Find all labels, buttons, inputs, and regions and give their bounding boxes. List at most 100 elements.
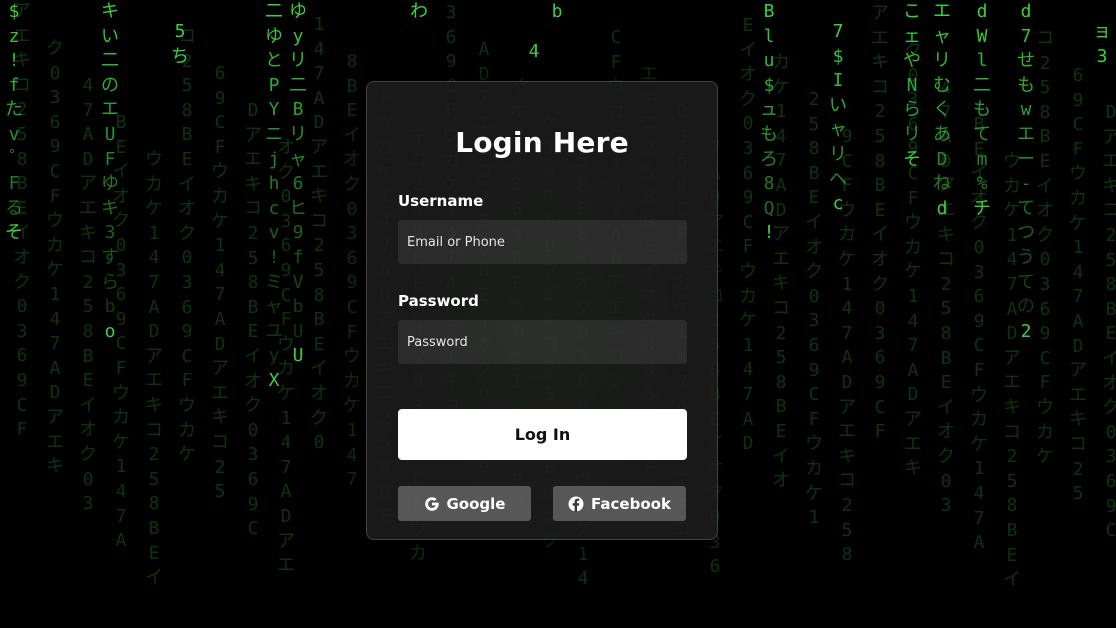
rain-glyph: ゆ (289, 1, 307, 22)
rain-glyph: ャ (289, 148, 307, 170)
rain-glyph: D (936, 148, 948, 170)
rain-column-faint: 4 7 A D ア エ キ コ 2 5 8 B E イ オ ク 0 3 (79, 75, 97, 515)
rain-glyph: F (8, 173, 20, 195)
rain-glyph: こ (903, 1, 921, 22)
rain-column: 7 $ I いャリヘ c (826, 20, 850, 217)
rain-glyph: チ (973, 197, 991, 219)
rain-glyph: く (933, 99, 951, 121)
rain-glyph: Y (268, 99, 280, 121)
rain-glyph: V (292, 271, 304, 293)
rain-glyph: l (763, 25, 775, 47)
rain-glyph: b (104, 296, 116, 318)
rain-column: エャリむくあDねd (930, 0, 954, 221)
rain-glyph: X (268, 369, 280, 391)
rain-glyph: る (5, 197, 23, 219)
rain-glyph: ゆ (101, 173, 119, 195)
rain-glyph: v (268, 222, 280, 244)
google-button[interactable]: Google (398, 486, 531, 521)
rain-glyph: 3 (104, 222, 116, 244)
rain-glyph: そ (5, 222, 23, 244)
rain-glyph: た (5, 99, 23, 121)
rain-column-faint: 2 5 8 B E イ オ ク 0 3 6 9 C F ウ カ ケ 1 (805, 89, 823, 529)
rain-column: $ z!fたv゚Fるそ (2, 0, 26, 246)
login-button[interactable]: Log In (398, 409, 687, 460)
rain-column-faint: 1 4 7 A D ア エ キ コ 2 5 8 B E イ オ ク 0 (310, 14, 328, 454)
rain-glyph: 4 (528, 41, 540, 62)
rain-glyph: c (832, 193, 844, 215)
rain-glyph: ャ (933, 25, 951, 47)
rain-glyph: ユ (265, 320, 283, 342)
rain-glyph: て (973, 123, 991, 145)
facebook-label: Facebook (591, 494, 671, 513)
rain-glyph: - (1020, 173, 1032, 195)
rain-column-faint: コ 2 5 8 B E イ オ ク 0 3 6 9 C F ウ カ ケ (178, 26, 196, 466)
rain-glyph: ェ (903, 25, 921, 47)
login-card: Login Here Username Password Log In Goog… (366, 81, 718, 540)
rain-glyph: w (1020, 99, 1032, 121)
rain-glyph: ! (763, 222, 775, 244)
rain-column-faint: D ア エ キ コ 2 5 8 B E イ オ ク 0 3 6 9 C (1102, 102, 1116, 542)
rain-glyph: j (268, 148, 280, 170)
rain-glyph: f (8, 74, 20, 96)
password-input[interactable] (398, 320, 687, 364)
rain-glyph: エ (1017, 123, 1035, 145)
rain-glyph: 二 (101, 50, 119, 72)
rain-glyph: l (976, 50, 988, 72)
rain-glyph: $ (8, 1, 20, 22)
rain-glyph: ち (171, 45, 189, 67)
rain-column-faint: 6 9 C F ウ カ ケ 1 4 7 A D ア エ キ コ 2 5 (1069, 65, 1087, 505)
rain-column: ぶ (432, 0, 456, 7)
username-input[interactable] (398, 220, 687, 264)
rain-glyph: ャ (829, 119, 847, 141)
rain-glyph: う (1017, 246, 1035, 268)
rain-glyph: リ (289, 50, 307, 72)
rain-glyph: 9 (292, 222, 304, 244)
rain-column-faint: ク 0 3 6 9 C F ウ カ ケ 1 4 7 A D ア エ キ (46, 38, 64, 478)
rain-glyph: U (292, 345, 304, 367)
rain-glyph: P (268, 74, 280, 96)
rain-glyph: の (1017, 296, 1035, 318)
rain-glyph: 7 (832, 21, 844, 42)
login-title: Login Here (455, 126, 629, 159)
rain-glyph: つ (1017, 222, 1035, 244)
rain-column: キい二のエUFゆキ3すらbo (98, 0, 122, 344)
rain-glyph: ー (1017, 148, 1035, 170)
rain-glyph: b (551, 1, 563, 22)
rain-glyph: ら (101, 271, 119, 293)
rain-glyph: 5 (174, 21, 186, 42)
rain-glyph: リ (903, 123, 921, 145)
google-icon (424, 496, 440, 512)
rain-column: b (545, 0, 569, 25)
rain-glyph: リ (289, 123, 307, 145)
rain-glyph: f (292, 246, 304, 268)
rain-glyph: N (906, 74, 918, 96)
rain-glyph: ゚ (2, 148, 26, 173)
rain-glyph: 3 (1096, 45, 1108, 67)
facebook-icon (568, 496, 584, 512)
rain-glyph: ミ (265, 271, 283, 293)
rain-column: こェやNらリそ (900, 0, 924, 172)
rain-glyph: ろ (760, 148, 778, 170)
rain-glyph: ! (8, 50, 20, 72)
rain-glyph: リ (933, 50, 951, 72)
rain-column: 二ゆと P Y ニ j h c v! ミャユ y X (262, 0, 286, 394)
rain-column-faint: ウ カ ケ 1 4 7 A D ア エ キ コ 2 5 8 B E イ (145, 149, 163, 589)
rain-glyph: せ (1017, 50, 1035, 72)
rain-glyph: h (268, 173, 280, 195)
rain-glyph: o (104, 320, 116, 342)
rain-glyph: u (763, 50, 775, 72)
rain-column: Bl u $ ュもろ 8 Q! (757, 0, 781, 246)
rain-glyph: 二 (265, 1, 283, 22)
rain-glyph: z (8, 25, 20, 47)
rain-glyph: キ (101, 1, 119, 22)
rain-glyph: c (268, 197, 280, 219)
rain-glyph: て (1017, 197, 1035, 219)
rain-glyph: B (763, 1, 775, 22)
rain-glyph: も (1017, 74, 1035, 96)
rain-glyph: む (933, 74, 951, 96)
rain-glyph: ら (903, 99, 921, 121)
rain-glyph: d (936, 197, 948, 219)
rain-glyph: 二 (289, 74, 307, 96)
facebook-button[interactable]: Facebook (553, 486, 686, 521)
rain-column: わ (407, 0, 431, 25)
